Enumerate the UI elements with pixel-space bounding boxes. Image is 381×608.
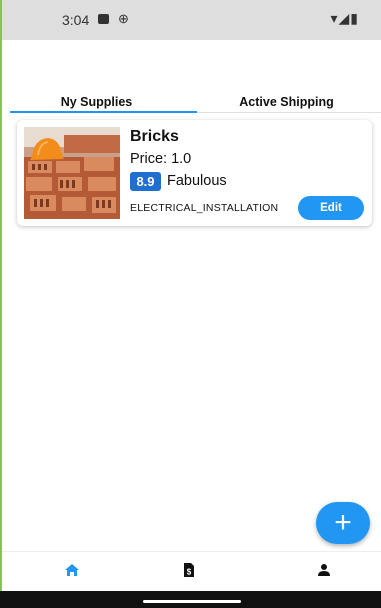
supply-title: Bricks	[130, 128, 179, 145]
tab-divider	[197, 112, 381, 113]
rating-badge: 8.9	[130, 172, 161, 191]
bottom-nav: $	[2, 551, 381, 592]
supply-category: ELECTRICAL_INSTALLATION	[130, 202, 279, 214]
supply-image	[24, 127, 120, 219]
svg-text:$: $	[187, 568, 192, 577]
supply-card[interactable]: Bricks Price: 1.0 8.9 Fabulous ELECTRICA…	[17, 120, 372, 226]
nav-profile[interactable]	[312, 560, 336, 580]
nav-home[interactable]	[60, 560, 84, 580]
plus-icon: +	[334, 506, 352, 539]
settings-circle-icon: ⊕	[118, 11, 129, 26]
tab-ny-supplies[interactable]: Ny Supplies	[2, 92, 191, 112]
person-icon	[318, 564, 330, 576]
edit-button[interactable]: Edit	[298, 196, 364, 220]
tab-active-shipping[interactable]: Active Shipping	[192, 92, 381, 112]
tab-indicator	[10, 111, 197, 113]
status-time: 3:04	[62, 12, 90, 28]
add-supply-button[interactable]: +	[316, 502, 370, 544]
tab-bar: Ny Supplies Active Shipping	[2, 92, 381, 114]
invoice-icon: $	[184, 563, 194, 577]
nav-invoices[interactable]: $	[177, 560, 201, 580]
home-gesture-pill[interactable]	[143, 600, 241, 603]
supply-price: Price: 1.0	[130, 151, 192, 167]
signal-battery-icons: ▾◢▮	[330, 10, 359, 26]
rating-label: Fabulous	[167, 173, 227, 189]
status-bar: 3:04 ⊕ ▾◢▮	[2, 0, 381, 40]
home-icon	[65, 564, 79, 576]
sd-card-icon	[98, 14, 109, 24]
